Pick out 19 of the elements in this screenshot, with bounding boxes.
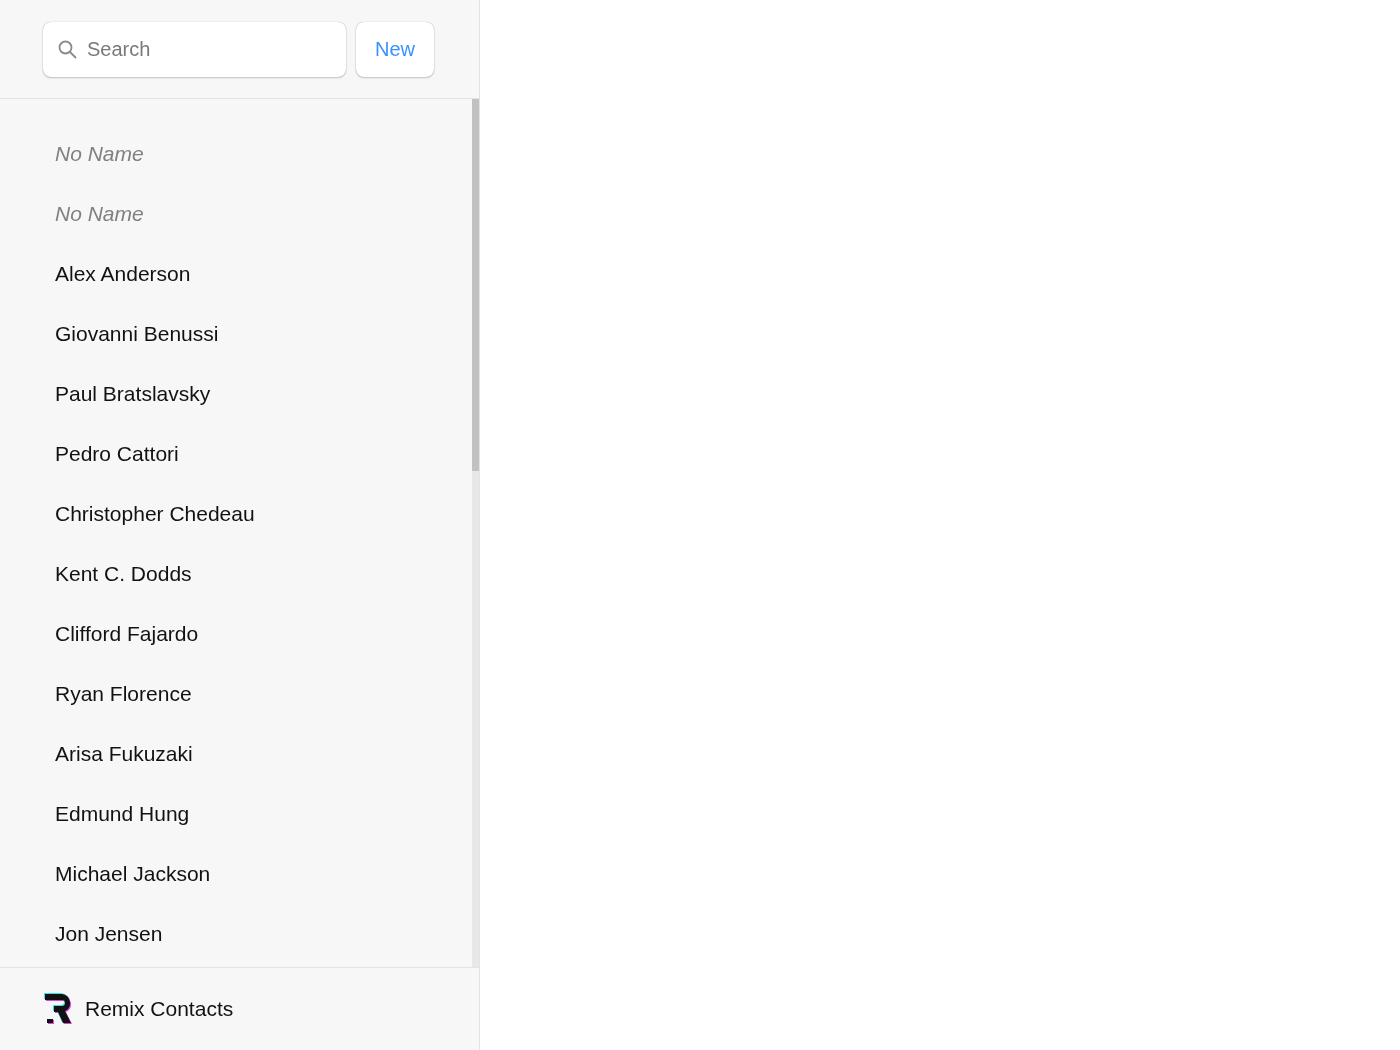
- contact-link[interactable]: Ryan Florence: [44, 678, 203, 710]
- contact-link[interactable]: Michael Jackson: [44, 858, 222, 890]
- app-title: Remix Contacts: [85, 997, 234, 1021]
- scrollbar[interactable]: [472, 99, 479, 967]
- contact-link[interactable]: Alex Anderson: [44, 258, 202, 290]
- contact-link[interactable]: Edmund Hung: [44, 798, 201, 830]
- contact-link[interactable]: Giovanni Benussi: [44, 318, 230, 350]
- contact-link[interactable]: Arisa Fukuzaki: [44, 738, 204, 770]
- contact-link[interactable]: Christopher Chedeau: [44, 498, 266, 530]
- contact-link[interactable]: Clifford Fajardo: [44, 618, 210, 650]
- contact-link[interactable]: Kent C. Dodds: [44, 558, 203, 590]
- contact-link[interactable]: Jon Jensen: [44, 918, 174, 950]
- search-icon: [58, 39, 77, 59]
- contact-link[interactable]: Pedro Cattori: [44, 438, 190, 470]
- contact-link[interactable]: No Name: [44, 138, 155, 170]
- contact-link[interactable]: Paul Bratslavsky: [44, 378, 222, 410]
- contact-link[interactable]: No Name: [44, 198, 155, 230]
- logo-icon: [44, 992, 74, 1026]
- search-field[interactable]: Search: [43, 21, 346, 77]
